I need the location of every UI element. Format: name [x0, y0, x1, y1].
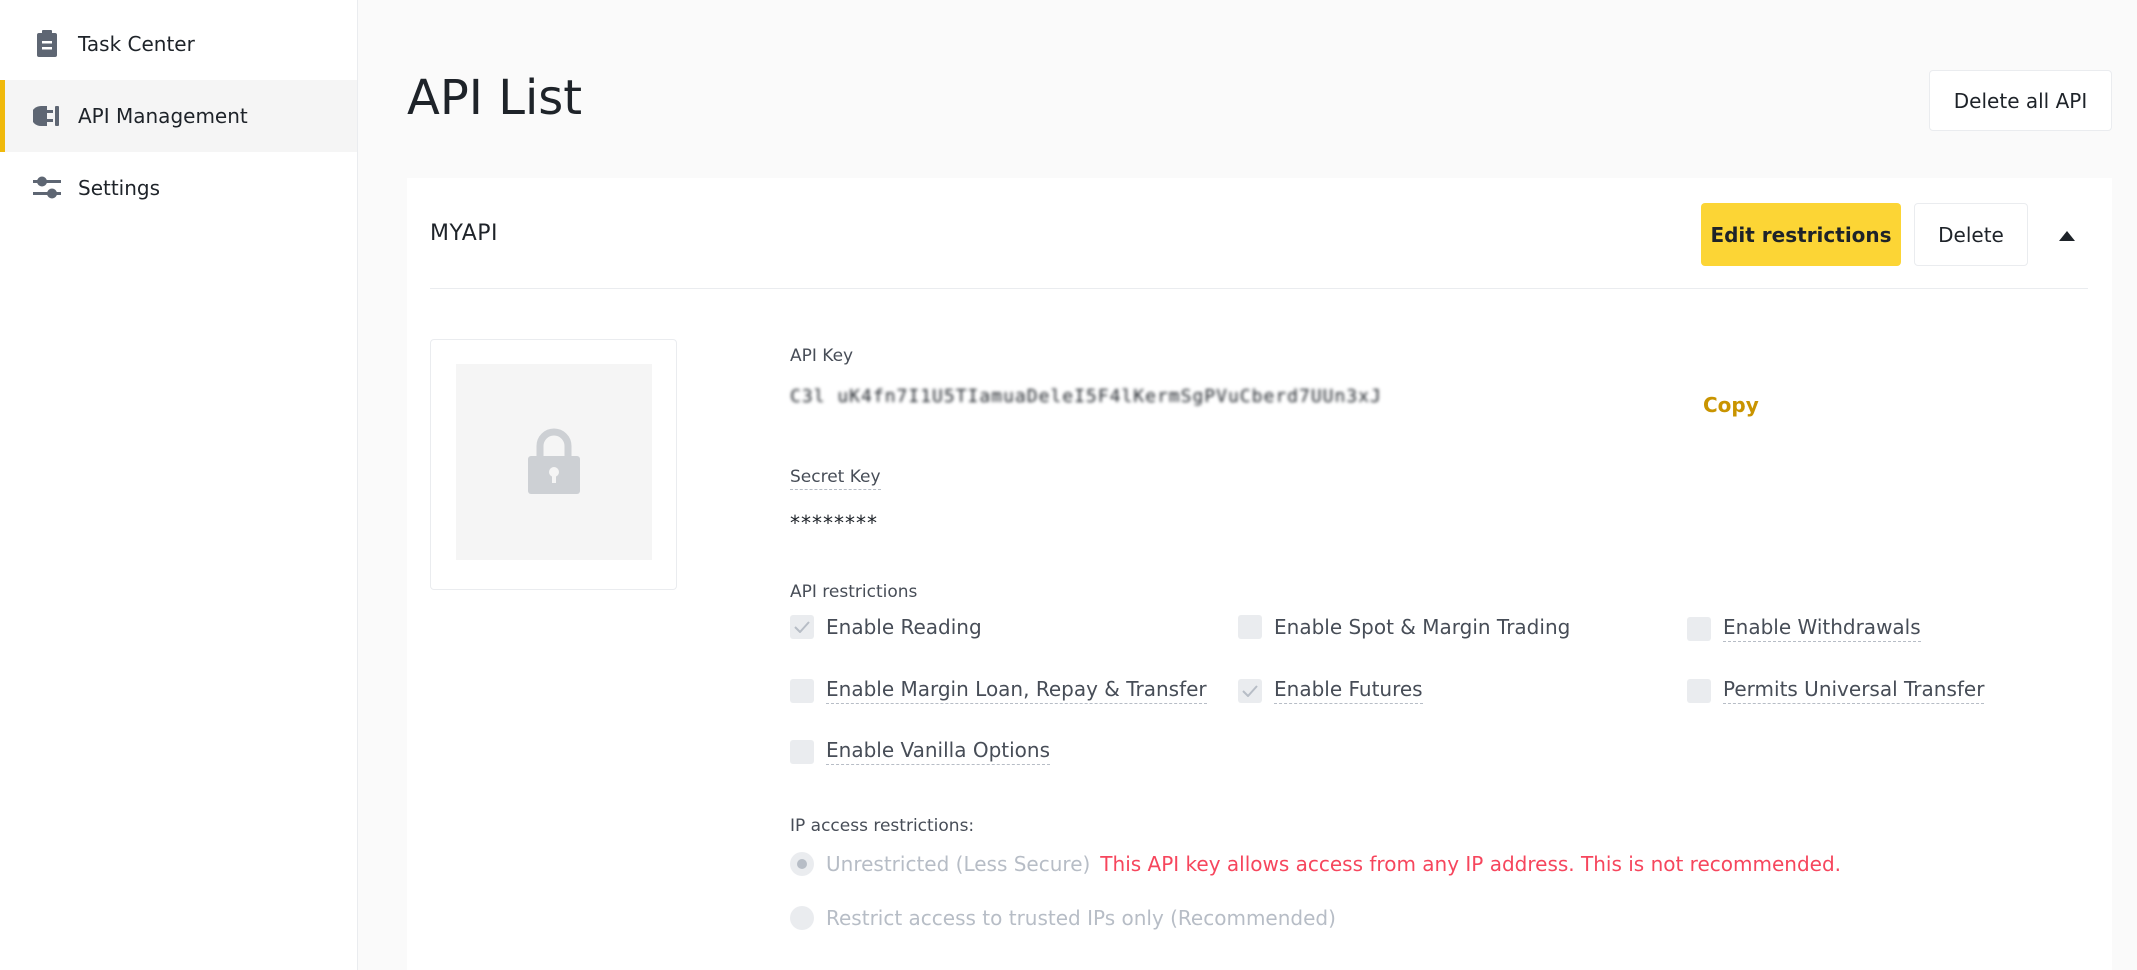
checkbox[interactable]	[790, 739, 814, 764]
radio-label: Unrestricted (Less Secure)	[826, 852, 1091, 876]
copy-button[interactable]: Copy	[1703, 393, 1759, 417]
checkbox-permits-universal-transfer[interactable]: Permits Universal Transfer	[1687, 677, 1985, 704]
qr-placeholder	[456, 364, 652, 560]
lock-icon	[526, 426, 582, 498]
sidebar-item-label: API Management	[78, 104, 248, 128]
divider	[430, 288, 2088, 289]
delete-button[interactable]: Delete	[1914, 203, 2028, 266]
radio-unrestricted[interactable]: Unrestricted (Less Secure) This API key …	[790, 852, 1841, 876]
radio-restrict-trusted-ips[interactable]: Restrict access to trusted IPs only (Rec…	[790, 906, 1336, 930]
clipboard-icon	[32, 29, 62, 59]
sidebar-item-label: Task Center	[78, 32, 195, 56]
radio-label: Restrict access to trusted IPs only (Rec…	[826, 906, 1336, 930]
qr-code-box	[430, 339, 677, 590]
checkbox[interactable]	[1238, 615, 1262, 639]
sliders-icon	[32, 173, 62, 203]
checkbox[interactable]	[790, 615, 814, 639]
unrestricted-warning: This API key allows access from any IP a…	[1100, 852, 1841, 876]
checkbox-enable-margin-loan[interactable]: Enable Margin Loan, Repay & Transfer	[790, 677, 1207, 704]
radio-button[interactable]	[790, 852, 814, 876]
api-restrictions-label: API restrictions	[790, 582, 918, 602]
api-key-value: C3l uK4fn7I1U5TIamuaDeleI5F4lKermSgPVuCb…	[790, 386, 1382, 407]
edit-restrictions-button[interactable]: Edit restrictions	[1701, 203, 1901, 266]
checkbox-label: Enable Margin Loan, Repay & Transfer	[826, 677, 1207, 704]
api-card: MYAPI Edit restrictions Delete API Key C…	[407, 178, 2112, 970]
api-key-label: API Key	[790, 346, 854, 366]
radio-button[interactable]	[790, 906, 814, 930]
checkbox-enable-vanilla-options[interactable]: Enable Vanilla Options	[790, 738, 1050, 765]
plug-icon	[32, 101, 62, 131]
checkbox[interactable]	[1687, 678, 1711, 703]
checkbox-enable-withdrawals[interactable]: Enable Withdrawals	[1687, 615, 1921, 642]
sidebar-item-task-center[interactable]: Task Center	[0, 8, 357, 80]
checkbox[interactable]	[1238, 678, 1262, 703]
checkbox-label: Enable Withdrawals	[1723, 615, 1921, 642]
checkbox-enable-futures[interactable]: Enable Futures	[1238, 677, 1423, 704]
ip-restrictions-label: IP access restrictions:	[790, 816, 975, 836]
checkbox-label: Enable Futures	[1274, 677, 1423, 704]
checkbox-enable-reading[interactable]: Enable Reading	[790, 615, 982, 639]
sidebar-item-settings[interactable]: Settings	[0, 152, 357, 224]
checkbox-label: Permits Universal Transfer	[1723, 677, 1985, 704]
checkbox-label: Enable Reading	[826, 615, 982, 639]
secret-key-label: Secret Key	[790, 467, 881, 490]
caret-up-icon	[2059, 222, 2075, 246]
collapse-button[interactable]	[2047, 214, 2087, 254]
secret-key-value: ********	[790, 511, 878, 535]
sidebar: Task Center API Management Settings	[0, 0, 358, 970]
delete-all-api-button[interactable]: Delete all API	[1929, 70, 2112, 131]
page-title: API List	[407, 70, 583, 126]
sidebar-item-label: Settings	[78, 176, 161, 200]
checkbox-label: Enable Vanilla Options	[826, 738, 1050, 765]
checkbox[interactable]	[1687, 616, 1711, 641]
checkbox-label: Enable Spot & Margin Trading	[1274, 615, 1571, 639]
sidebar-item-api-management[interactable]: API Management	[0, 80, 357, 152]
checkbox-enable-spot-margin-trading[interactable]: Enable Spot & Margin Trading	[1238, 615, 1570, 639]
checkbox[interactable]	[790, 678, 814, 703]
api-name: MYAPI	[430, 221, 499, 246]
